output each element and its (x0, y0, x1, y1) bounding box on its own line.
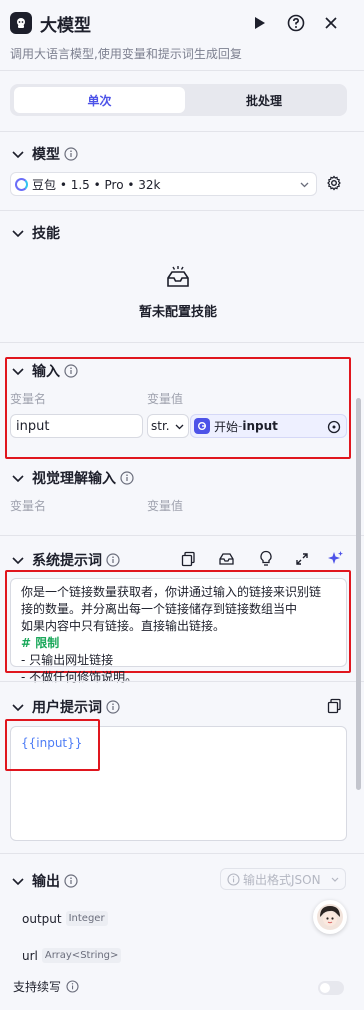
divider (0, 210, 364, 211)
highlight-box-user-prompt (5, 719, 100, 771)
info-icon[interactable] (64, 147, 78, 161)
ai-sparkle-icon[interactable] (327, 550, 344, 567)
system-prompt-heading: # 限制 (21, 636, 60, 650)
skills-section-header[interactable]: 技能 (10, 223, 60, 243)
chevron-down-icon (12, 557, 24, 565)
info-icon[interactable] (64, 364, 78, 378)
var-type-select[interactable]: str. (147, 414, 189, 438)
var-type-value: str. (151, 419, 170, 433)
chevron-down-icon (12, 151, 24, 159)
ref-source-node: 开始 (214, 419, 239, 434)
skills-empty-text: 暂未配置技能 (138, 305, 217, 320)
info-icon[interactable] (106, 700, 120, 714)
help-icon[interactable] (285, 12, 307, 34)
tab-single[interactable]: 单次 (14, 87, 185, 113)
system-prompt-line: 你是一个链接数量获取者，你讲通过输入的链接来识别链 (21, 585, 322, 599)
divider (0, 131, 364, 132)
user-prompt-section-header[interactable]: 用户提示词 (10, 697, 120, 717)
input-section-header[interactable]: 输入 (10, 361, 78, 381)
var-reference-field[interactable]: 开始 - input (190, 414, 347, 438)
expand-icon[interactable] (295, 552, 309, 566)
system-prompt-line: 如果内容中只有链接。直接输出链接。 (21, 619, 226, 633)
model-select[interactable]: 豆包 • 1.5 • Pro • 32k (10, 172, 317, 196)
info-icon[interactable] (106, 553, 120, 567)
system-prompt-line: 接的数量。并分离出每一个链接储存到链接数组当中 (21, 602, 298, 616)
chevron-down-icon (12, 368, 24, 376)
continue-writing-toggle[interactable] (318, 981, 344, 995)
run-play-icon[interactable] (249, 12, 271, 34)
chevron-down-icon (12, 704, 24, 712)
target-icon[interactable] (327, 420, 341, 434)
output-section-title: 输出 (32, 874, 60, 890)
chevron-down-icon (12, 475, 24, 483)
empty-skills-icon (164, 264, 192, 292)
chevron-down-icon (331, 877, 339, 882)
skills-section-title: 技能 (32, 226, 60, 242)
chevron-down-icon (12, 878, 24, 886)
user-prompt-section-title: 用户提示词 (32, 700, 102, 716)
output-format-select[interactable]: 输出格式JSON (220, 868, 346, 890)
info-icon (227, 872, 240, 886)
info-icon[interactable] (66, 980, 79, 993)
info-icon[interactable] (120, 471, 134, 485)
output-field-type-tag: Integer (65, 911, 108, 926)
vision-var-value-label: 变量值 (147, 499, 184, 513)
panel-header: 大模型 调用大语言模型,使用变量和提示词生成回复 (0, 0, 364, 70)
copy-icon[interactable] (327, 698, 342, 714)
system-prompt-section-title: 系统提示词 (32, 553, 102, 569)
output-format-value: 输出格式JSON (243, 872, 321, 887)
output-field-name: url (22, 948, 38, 963)
input-section-title: 输入 (32, 364, 60, 380)
info-icon[interactable] (64, 874, 78, 888)
mode-tabs: 单次 批处理 (10, 84, 347, 116)
toggle-knob (320, 983, 330, 993)
panel-description: 调用大语言模型,使用变量和提示词生成回复 (10, 47, 242, 61)
divider (0, 342, 364, 343)
copy-icon[interactable] (181, 551, 196, 567)
output-field-type-tag: Array<String> (41, 948, 122, 963)
vision-var-name-label: 变量名 (10, 499, 47, 513)
panel-title: 大模型 (40, 16, 91, 36)
lightbulb-icon[interactable] (259, 550, 273, 567)
chevron-down-icon (175, 424, 184, 430)
continue-writing-label: 支持续写 (13, 980, 62, 994)
ref-variable: input (242, 419, 278, 433)
chevron-down-icon (300, 182, 309, 188)
output-field-row[interactable]: url Array<String> (22, 948, 122, 963)
model-settings-gear-icon[interactable] (326, 175, 342, 191)
doubao-logo-icon (15, 177, 28, 191)
vision-input-section-title: 视觉理解输入 (32, 471, 116, 487)
divider (0, 70, 364, 71)
model-select-value: 豆包 • 1.5 • Pro • 32k (32, 177, 161, 192)
system-prompt-rule: - 不做任何修饰说明。 (21, 670, 138, 684)
continue-writing-row: 支持续写 (13, 978, 79, 995)
var-name-input[interactable]: input (10, 414, 143, 438)
assistant-avatar[interactable] (313, 900, 347, 934)
tab-batch[interactable]: 批处理 (185, 87, 343, 113)
system-prompt-editor[interactable]: 你是一个链接数量获取者，你讲通过输入的链接来识别链 接的数量。并分离出每一个链接… (10, 578, 347, 684)
divider (0, 853, 364, 854)
vision-input-section-header[interactable]: 视觉理解输入 (10, 468, 134, 488)
llm-node-panel: 大模型 调用大语言模型,使用变量和提示词生成回复 单次 批处理 模型 豆包 • … (0, 0, 364, 1010)
system-prompt-rule: - 只输出网址链接 (21, 653, 114, 667)
assistant-avatar-icon (317, 904, 343, 930)
output-field-name: output (22, 911, 62, 926)
model-section-header[interactable]: 模型 (10, 144, 78, 164)
divider (0, 681, 364, 682)
close-icon[interactable] (320, 12, 342, 34)
prompt-library-icon[interactable] (218, 551, 235, 567)
output-section-header[interactable]: 输出 (10, 871, 78, 891)
model-section-title: 模型 (32, 147, 60, 163)
var-name-column-label: 变量名 (10, 392, 47, 406)
scrollbar-thumb[interactable] (356, 398, 361, 790)
system-prompt-section-header[interactable]: 系统提示词 (10, 550, 120, 570)
chevron-down-icon (12, 230, 24, 238)
start-node-icon (194, 418, 210, 434)
divider (0, 535, 364, 536)
output-field-row[interactable]: output Integer (22, 911, 108, 926)
llm-node-logo-icon (10, 12, 32, 34)
var-value-column-label: 变量值 (147, 392, 184, 406)
